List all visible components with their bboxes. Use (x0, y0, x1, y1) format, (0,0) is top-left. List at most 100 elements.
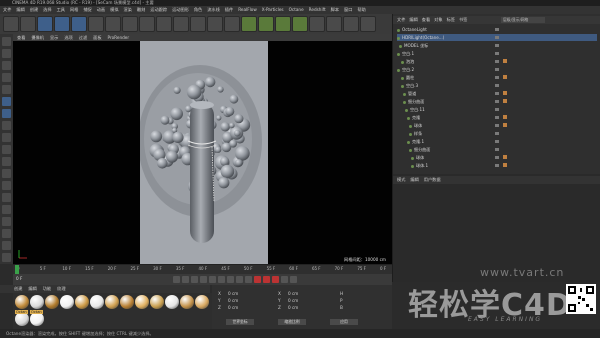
material-swatch[interactable] (60, 295, 74, 309)
playback-button[interactable] (236, 276, 243, 283)
visibility-toggle-icon[interactable] (495, 108, 499, 111)
material-swatch[interactable] (105, 295, 119, 309)
visibility-toggle-icon[interactable] (495, 116, 499, 119)
material-swatch[interactable] (15, 312, 29, 326)
visibility-toggle-icon[interactable] (495, 84, 499, 87)
toolbar-button[interactable] (71, 16, 87, 32)
object-row[interactable]: 空白.1 (397, 50, 597, 57)
left-tool-button[interactable] (2, 145, 11, 154)
viewport-menu-item[interactable]: ProRender (108, 34, 130, 41)
menu-item[interactable]: 选择 (43, 6, 51, 14)
visibility-toggle-icon[interactable] (495, 52, 499, 55)
left-tool-button[interactable] (2, 157, 11, 166)
object-row[interactable]: 管道 (397, 90, 597, 97)
left-tool-button[interactable] (2, 217, 11, 226)
object-row[interactable]: 细分曲面 (397, 146, 597, 153)
viewport-menu-item[interactable]: 摄像机 (31, 34, 44, 41)
material-tag-icon[interactable] (503, 115, 507, 119)
menu-item[interactable]: 动画 (97, 6, 105, 14)
attribute-menu-item[interactable]: 编辑 (410, 176, 418, 184)
material-tag-icon[interactable] (503, 75, 507, 79)
visibility-toggle-icon[interactable] (495, 132, 499, 135)
menu-item[interactable]: RealFlow (238, 6, 257, 14)
size-value[interactable]: 0 cm (288, 305, 298, 310)
toolbar-button[interactable] (309, 16, 325, 32)
menu-item[interactable]: 网格 (70, 6, 78, 14)
menu-item[interactable]: 渲染 (124, 6, 132, 14)
left-tool-button[interactable] (2, 193, 11, 202)
object-menu-item[interactable]: 对象 (434, 16, 442, 24)
left-tool-button[interactable] (2, 85, 11, 94)
menu-item[interactable]: 文件 (3, 6, 11, 14)
visibility-toggle-icon[interactable] (495, 36, 499, 39)
object-row[interactable]: 克隆 (397, 114, 597, 121)
left-tool-button[interactable] (2, 49, 11, 58)
toolbar-button[interactable] (54, 16, 70, 32)
material-swatch[interactable] (195, 295, 209, 309)
visibility-toggle-icon[interactable] (495, 124, 499, 127)
left-tool-button[interactable] (2, 61, 11, 70)
coordinate-button[interactable]: 世界坐标 (226, 319, 254, 325)
visibility-toggle-icon[interactable] (495, 68, 499, 71)
toolbar-button[interactable] (37, 16, 53, 32)
left-tool-button[interactable] (2, 253, 11, 262)
playback-button[interactable] (173, 276, 180, 283)
menu-item[interactable]: 运动图形 (172, 6, 189, 14)
toolbar-button[interactable] (3, 16, 19, 32)
menu-item[interactable]: 创建 (30, 6, 38, 14)
left-tool-button[interactable] (2, 205, 11, 214)
material-swatch[interactable] (165, 295, 179, 309)
left-tool-button[interactable] (2, 97, 11, 106)
visibility-toggle-icon[interactable] (495, 148, 499, 151)
toolbar-button[interactable] (224, 16, 240, 32)
toolbar-button[interactable] (292, 16, 308, 32)
visibility-toggle-icon[interactable] (495, 100, 499, 103)
object-menu-item[interactable]: 文件 (397, 16, 405, 24)
playback-button[interactable] (281, 276, 288, 283)
material-tag-icon[interactable] (503, 123, 507, 127)
toolbar-button[interactable] (207, 16, 223, 32)
visibility-toggle-icon[interactable] (495, 140, 499, 143)
toolbar-button[interactable] (139, 16, 155, 32)
toolbar-button[interactable] (105, 16, 121, 32)
visibility-toggle-icon[interactable] (495, 44, 499, 47)
object-menu-item[interactable]: 查看 (422, 16, 430, 24)
playback-button[interactable] (245, 276, 252, 283)
menu-item[interactable]: 捕捉 (83, 6, 91, 14)
playback-button[interactable] (218, 276, 225, 283)
playback-button[interactable] (209, 276, 216, 283)
material-swatch[interactable] (180, 295, 194, 309)
visibility-toggle-icon[interactable] (495, 156, 499, 159)
left-tool-button[interactable] (2, 169, 11, 178)
attribute-menu-item[interactable]: 用户数据 (424, 176, 441, 184)
material-menu-item[interactable]: 纹理 (57, 285, 65, 293)
menu-item[interactable]: 脚本 (331, 6, 339, 14)
material-swatch[interactable] (75, 295, 89, 309)
viewport-menu-item[interactable]: 显示 (50, 34, 58, 41)
menu-item[interactable]: 帮助 (357, 6, 365, 14)
toolbar-button[interactable] (190, 16, 206, 32)
menu-item[interactable]: 雕刻 (137, 6, 145, 14)
playback-button[interactable] (272, 276, 279, 283)
menu-item[interactable]: X-Particles (262, 6, 284, 14)
material-swatch[interactable] (45, 295, 59, 309)
object-menu-item[interactable]: 标签 (447, 16, 455, 24)
object-row[interactable]: 球体 (397, 154, 597, 161)
playback-button[interactable] (200, 276, 207, 283)
position-value[interactable]: 0 cm (228, 298, 238, 303)
left-tool-button[interactable] (2, 73, 11, 82)
menu-item[interactable]: 插件 (225, 6, 233, 14)
size-value[interactable]: 0 cm (288, 298, 298, 303)
menu-item[interactable]: 模拟 (110, 6, 118, 14)
toolbar-button[interactable] (258, 16, 274, 32)
toolbar-button[interactable] (241, 16, 257, 32)
menu-item[interactable]: Octane (289, 6, 304, 14)
object-search-field[interactable]: 层级/显示/网格 (501, 17, 545, 23)
position-value[interactable]: 0 cm (228, 305, 238, 310)
left-tool-button[interactable] (2, 37, 11, 46)
viewport-menu-item[interactable]: 选项 (64, 34, 72, 41)
object-row[interactable]: 样条 (397, 130, 597, 137)
menu-item[interactable]: 运动跟踪 (150, 6, 167, 14)
material-swatch[interactable] (30, 295, 44, 309)
material-tag-icon[interactable] (503, 155, 507, 159)
